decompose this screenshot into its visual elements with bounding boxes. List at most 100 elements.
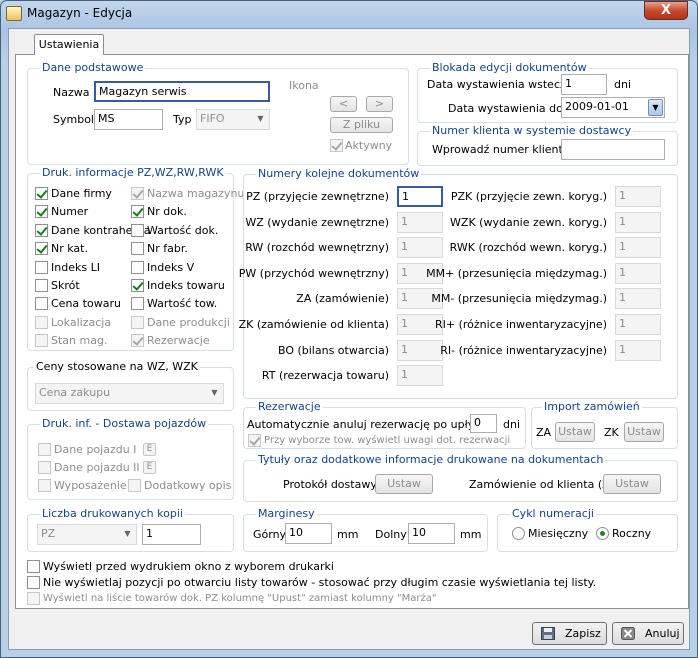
print-production-label: Dane produkcji xyxy=(147,315,230,329)
import-zk-button[interactable]: Ustaw xyxy=(624,422,664,442)
discount-column-label: Wyświetl na liście towarów dok. PZ kolum… xyxy=(43,593,437,604)
equipment-label: Wyposażenie xyxy=(54,479,127,492)
numbering-left-input-1[interactable]: 1 xyxy=(397,211,443,233)
print-index-v-checkbox[interactable] xyxy=(131,260,144,274)
print-item-index-label: Indeks towaru xyxy=(147,279,225,292)
name-input[interactable]: Magazyn serwis xyxy=(94,81,270,102)
numbering-right-label-2: RWK (rozchód wewn. koryg.) xyxy=(449,241,607,255)
numbering-right-label-6: RI- (różnice inwentaryzacyjne) xyxy=(440,343,607,357)
print-catalog-no-checkbox[interactable] xyxy=(35,242,48,256)
print-item-index-checkbox[interactable] xyxy=(131,279,144,292)
yearly-radio[interactable] xyxy=(596,527,609,540)
numbering-left-label-6: BO (bilans otwarcia) xyxy=(277,343,389,357)
from-file-button[interactable]: Z pliku xyxy=(330,117,393,133)
top-margin-input[interactable]: 10 xyxy=(285,523,332,544)
print-doc-number-label: Nr dok. xyxy=(147,205,187,219)
numbering-right-input-5[interactable]: 1 xyxy=(615,314,661,335)
print-number-checkbox[interactable] xyxy=(35,205,48,219)
bottom-margin-input[interactable]: 10 xyxy=(408,523,455,544)
numbering-right-input-0[interactable]: 1 xyxy=(615,186,661,207)
save-button[interactable]: Zapisz xyxy=(532,622,607,645)
print-company-label: Dane firmy xyxy=(51,187,112,200)
vehicle-data1-checkbox[interactable] xyxy=(38,443,51,456)
numbering-right-label-1: WZK (wydanie zewn. koryg.) xyxy=(450,215,607,229)
vehicle-data2-checkbox[interactable] xyxy=(38,461,51,474)
back-date-input[interactable]: 1 xyxy=(561,74,607,95)
chevron-down-icon[interactable]: ▼ xyxy=(648,99,663,116)
auto-cancel-input[interactable]: 0 xyxy=(470,414,497,433)
print-warehouse-name-label: Nazwa magazynu xyxy=(147,187,245,200)
show-notes-checkbox[interactable] xyxy=(248,434,261,447)
print-production-checkbox[interactable] xyxy=(131,315,144,329)
back-date-label: Data wystawienia wstecz xyxy=(427,78,566,91)
print-item-price-checkbox[interactable] xyxy=(35,297,48,311)
print-doc-number-checkbox[interactable] xyxy=(131,205,144,219)
print-location-checkbox[interactable] xyxy=(35,315,48,329)
print-item-value-checkbox[interactable] xyxy=(131,297,144,311)
print-info-title: Druk. informacje PZ,WZ,RW,RWK xyxy=(40,166,226,179)
numbering-right-input-1[interactable]: 1 xyxy=(615,211,661,233)
bottom-margin-label: Dolny xyxy=(375,528,407,541)
monthly-radio[interactable] xyxy=(512,527,525,540)
cancel-button[interactable]: Anuluj xyxy=(612,622,684,645)
numbering-left-input-0[interactable]: 1 xyxy=(397,186,443,207)
print-company-checkbox[interactable] xyxy=(35,187,48,200)
print-factory-no-checkbox[interactable] xyxy=(131,242,144,256)
prev-icon-button[interactable]: < xyxy=(330,96,357,112)
active-checkbox[interactable] xyxy=(330,139,343,152)
symbol-input[interactable]: MS xyxy=(94,109,163,130)
extra-desc-checkbox[interactable] xyxy=(128,479,141,492)
import-za-button[interactable]: Ustaw xyxy=(555,422,595,442)
print-location-label: Lokalizacja xyxy=(51,315,112,329)
prices-title: Ceny stosowane na WZ, WZK xyxy=(34,360,200,373)
print-doc-value-checkbox[interactable] xyxy=(131,223,144,237)
import-za-label: ZA xyxy=(536,426,552,439)
print-shortcut-checkbox[interactable] xyxy=(35,279,48,292)
numbering-right-input-6[interactable]: 1 xyxy=(615,339,661,361)
print-stock-checkbox[interactable] xyxy=(35,334,48,348)
print-warehouse-name-checkbox[interactable] xyxy=(131,187,144,200)
print-reservations-checkbox[interactable] xyxy=(131,334,144,348)
close-icon[interactable]: X xyxy=(644,1,688,20)
until-date-picker[interactable]: 2009-01-01 ▼ xyxy=(561,97,665,118)
import-title: Import zamówień xyxy=(542,400,642,413)
copies-input[interactable]: 1 xyxy=(142,524,201,545)
print-index-li-checkbox[interactable] xyxy=(35,260,48,274)
hide-items-checkbox[interactable] xyxy=(27,576,40,589)
name-label: Nazwa xyxy=(53,86,90,99)
tab-settings[interactable]: Ustawienia xyxy=(34,34,104,55)
symbol-label: Symbol xyxy=(53,113,94,126)
auto-cancel-label: Automatycznie anuluj rezerwację po upływ… xyxy=(247,418,494,431)
print-contractor-checkbox[interactable] xyxy=(35,223,48,237)
discount-column-checkbox[interactable] xyxy=(27,592,40,605)
prices-value: Cena zakupu xyxy=(39,386,111,399)
client-number-title: Numer klienta w systemie dostawcy xyxy=(430,124,634,137)
numbering-right-input-3[interactable]: 1 xyxy=(615,262,661,284)
numbering-left-label-7: RT (rezerwacja towaru) xyxy=(261,369,389,383)
save-label: Zapisz xyxy=(565,627,601,640)
until-date-label: Data wystawienia do xyxy=(448,102,563,115)
next-icon-button[interactable]: > xyxy=(366,96,393,112)
numbering-left-input-2[interactable]: 1 xyxy=(397,237,443,259)
print-number-label: Numer xyxy=(51,205,89,219)
protocol-label: Protokół dostawy xyxy=(283,478,377,491)
numbering-right-input-2[interactable]: 1 xyxy=(615,237,661,259)
copies-doc-select[interactable]: PZ ▼ xyxy=(37,524,137,545)
protocol-set-button[interactable]: Ustaw xyxy=(375,474,433,494)
equipment-checkbox[interactable] xyxy=(38,479,51,492)
numbering-right-input-4[interactable]: 1 xyxy=(615,288,661,310)
vehicle-data1-edit-button[interactable]: E xyxy=(143,443,156,456)
numbering-left-label-2: RW (rozchód wewnętrzny) xyxy=(245,241,389,255)
prices-select[interactable]: Cena zakupu ▼ xyxy=(35,383,224,404)
vehicle-data2-label: Dane pojazdu II xyxy=(54,461,140,474)
client-number-input[interactable] xyxy=(561,139,665,160)
print-catalog-no-label: Nr kat. xyxy=(51,242,88,256)
printer-dialog-checkbox[interactable] xyxy=(27,560,40,573)
numbering-left-input-6[interactable]: 1 xyxy=(397,339,443,361)
numbering-right-label-0: PZK (przyjęcie zewn. koryg.) xyxy=(450,190,607,203)
order-set-button[interactable]: Ustaw xyxy=(603,474,661,494)
type-select[interactable]: FIFO ▼ xyxy=(196,109,270,130)
numbering-right-label-5: RI+ (różnice inwentaryzacyjne) xyxy=(434,318,607,331)
vehicle-data2-edit-button[interactable]: E xyxy=(143,461,156,474)
numbering-left-input-7[interactable]: 1 xyxy=(397,365,443,387)
